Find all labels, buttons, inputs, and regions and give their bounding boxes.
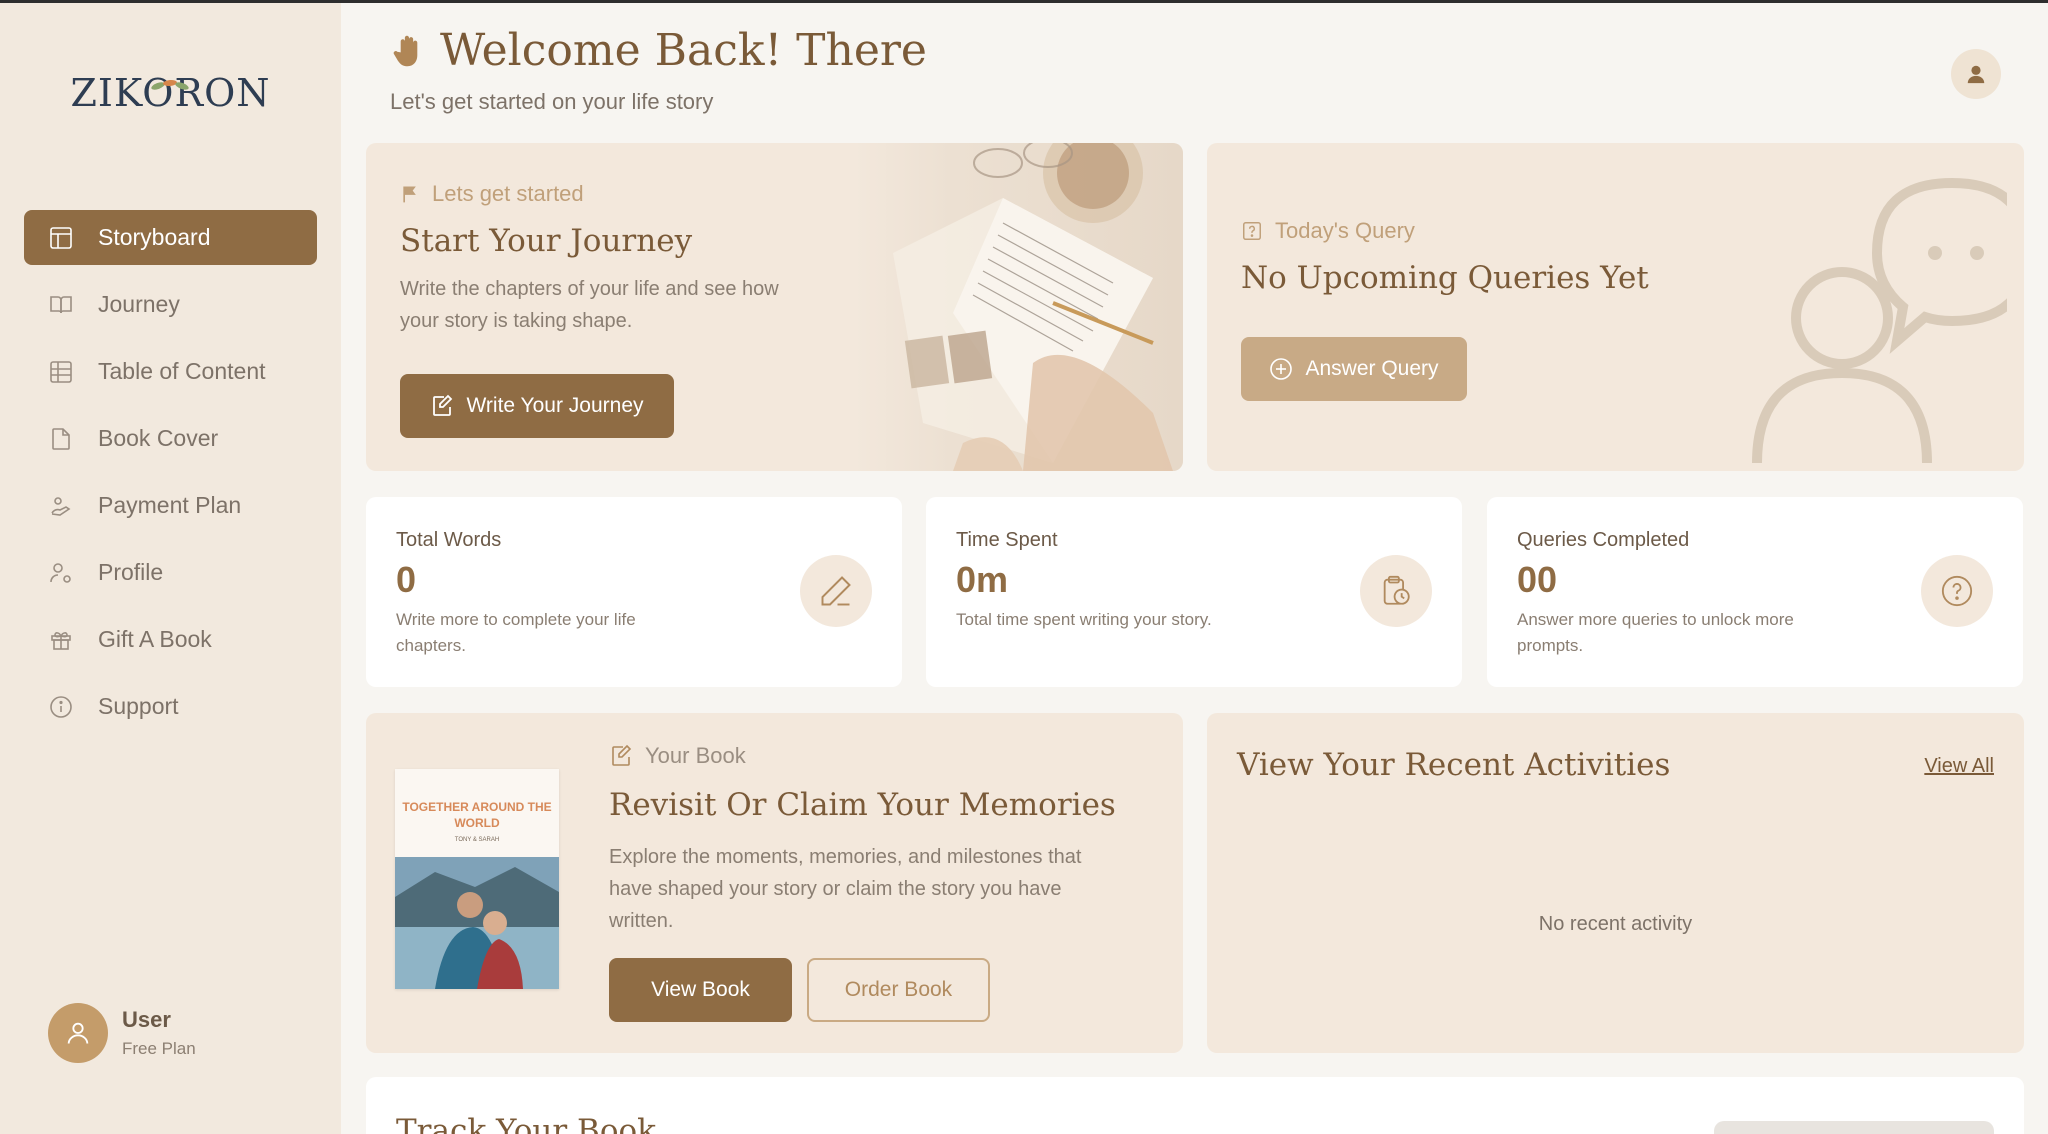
sidebar-nav: Storyboard Journey Table of Content Book… bbox=[24, 210, 317, 746]
layout-icon bbox=[48, 225, 74, 251]
stat-value: 0m bbox=[956, 559, 1009, 600]
page-title: Welcome Back! There bbox=[440, 25, 927, 76]
journey-title: Start Your Journey bbox=[400, 223, 693, 259]
stat-label: Time Spent bbox=[956, 529, 1058, 551]
book-eyebrow: Your Book bbox=[609, 743, 746, 769]
sidebar-item-book-cover[interactable]: Book Cover bbox=[24, 411, 317, 466]
track-title: Track Your Book bbox=[396, 1113, 656, 1134]
stat-label: Total Words bbox=[396, 529, 502, 551]
track-status-placeholder bbox=[1714, 1121, 1994, 1134]
sidebar-item-journey[interactable]: Journey bbox=[24, 277, 317, 332]
book-eyebrow-text: Your Book bbox=[645, 743, 746, 768]
couple-photo bbox=[395, 857, 559, 989]
sidebar-item-storyboard[interactable]: Storyboard bbox=[24, 210, 317, 265]
sidebar-item-gift-a-book[interactable]: Gift A Book bbox=[24, 612, 317, 667]
profile-menu-button[interactable] bbox=[1951, 49, 2001, 99]
avatar bbox=[48, 1003, 108, 1063]
journey-description: Write the chapters of your life and see … bbox=[400, 278, 779, 332]
order-book-button[interactable]: Order Book bbox=[807, 958, 990, 1022]
sidebar-item-profile[interactable]: Profile bbox=[24, 545, 317, 600]
plus-circle-icon bbox=[1270, 358, 1293, 380]
sidebar-item-label: Support bbox=[98, 693, 179, 719]
sidebar-item-payment-plan[interactable]: Payment Plan bbox=[24, 478, 317, 533]
waving-hand-icon bbox=[393, 35, 418, 66]
user-icon bbox=[67, 1022, 89, 1044]
stat-description: Write more to complete your life chapter… bbox=[396, 610, 636, 655]
payment-icon bbox=[48, 493, 74, 519]
page-header: Welcome Back! There bbox=[392, 25, 927, 76]
write-your-journey-button[interactable]: Write Your Journey bbox=[400, 374, 674, 438]
stat-description: Total time spent writing your story. bbox=[956, 610, 1212, 629]
answer-query-button[interactable]: Answer Query bbox=[1241, 337, 1467, 401]
user-account[interactable]: User Free Plan bbox=[48, 1003, 196, 1063]
start-journey-card: Lets get started Start Your Journey Writ… bbox=[366, 143, 1183, 471]
edit-note-icon bbox=[609, 744, 633, 768]
activities-title: View Your Recent Activities bbox=[1237, 747, 1671, 783]
journey-eyebrow-text: Lets get started bbox=[432, 181, 584, 206]
sidebar-item-label: Storyboard bbox=[98, 224, 211, 250]
page-subtitle: Let's get started on your life story bbox=[390, 89, 714, 114]
person-chat-illustration bbox=[1752, 177, 2007, 463]
sidebar-item-label: Profile bbox=[98, 559, 164, 585]
query-eyebrow-text: Today's Query bbox=[1275, 218, 1415, 243]
help-circle-icon bbox=[1921, 555, 1993, 627]
user-settings-icon bbox=[48, 560, 74, 586]
journey-eyebrow: Lets get started bbox=[400, 181, 584, 207]
empty-activity-text: No recent activity bbox=[1538, 913, 1693, 935]
question-square-icon bbox=[1241, 220, 1263, 242]
answer-query-label: Answer Query bbox=[1305, 357, 1439, 380]
view-all-link[interactable]: View All bbox=[1924, 755, 1994, 778]
pencil-icon bbox=[800, 555, 872, 627]
stat-value: 00 bbox=[1517, 559, 1558, 600]
query-eyebrow: Today's Query bbox=[1241, 218, 1415, 244]
book-open-icon bbox=[48, 292, 74, 318]
sidebar-item-label: Table of Content bbox=[98, 358, 266, 384]
sidebar-item-support[interactable]: Support bbox=[24, 679, 317, 734]
book-cover-thumbnail[interactable]: TOGETHER AROUND THE WORLD TONY & SARAH bbox=[395, 769, 559, 989]
user-icon bbox=[1967, 65, 1985, 84]
sidebar-item-label: Journey bbox=[98, 291, 180, 317]
flag-icon bbox=[400, 184, 420, 204]
book-description: Explore the moments, memories, and miles… bbox=[609, 846, 1082, 932]
gift-icon bbox=[48, 627, 74, 653]
book-cover-authors: TONY & SARAH bbox=[454, 837, 500, 843]
stat-description: Answer more queries to unlock more promp… bbox=[1517, 610, 1794, 655]
book-cover-title: TOGETHER AROUND THE WORLD bbox=[402, 800, 552, 830]
track-your-book-card: Track Your Book bbox=[366, 1077, 2024, 1134]
time-spent-card: Time Spent 0m Total time spent writing y… bbox=[926, 497, 1462, 687]
user-plan: Free Plan bbox=[122, 1039, 196, 1058]
your-book-card: TOGETHER AROUND THE WORLD TONY & SARAH Y… bbox=[366, 713, 1183, 1053]
query-title: No Upcoming Queries Yet bbox=[1241, 260, 1649, 296]
book-title: Revisit Or Claim Your Memories bbox=[609, 787, 1116, 823]
edit-note-icon bbox=[433, 394, 453, 416]
total-words-card: Total Words 0 Write more to complete you… bbox=[366, 497, 902, 687]
sidebar-item-label: Gift A Book bbox=[98, 626, 212, 652]
sidebar: ZIKORON Storyboard Journey Table of Cont… bbox=[0, 3, 341, 1134]
todays-query-card: Today's Query No Upcoming Queries Yet An… bbox=[1207, 143, 2024, 471]
stat-value: 0 bbox=[396, 559, 417, 600]
info-icon bbox=[48, 694, 74, 720]
logo-leaves-icon bbox=[151, 79, 189, 90]
stat-label: Queries Completed bbox=[1517, 529, 1690, 551]
sidebar-item-label: Book Cover bbox=[98, 425, 219, 451]
table-icon bbox=[48, 359, 74, 385]
sidebar-item-table-of-content[interactable]: Table of Content bbox=[24, 344, 317, 399]
sidebar-item-label: Payment Plan bbox=[98, 492, 242, 518]
journal-writing-photo bbox=[853, 143, 1183, 471]
view-book-button[interactable]: View Book bbox=[609, 958, 792, 1022]
recent-activities-card: View Your Recent Activities View All No … bbox=[1207, 713, 2024, 1053]
clipboard-clock-icon bbox=[1360, 555, 1432, 627]
queries-completed-card: Queries Completed 00 Answer more queries… bbox=[1487, 497, 2023, 687]
user-name: User bbox=[122, 1007, 171, 1032]
write-your-journey-label: Write Your Journey bbox=[466, 394, 644, 417]
file-icon bbox=[48, 426, 74, 452]
